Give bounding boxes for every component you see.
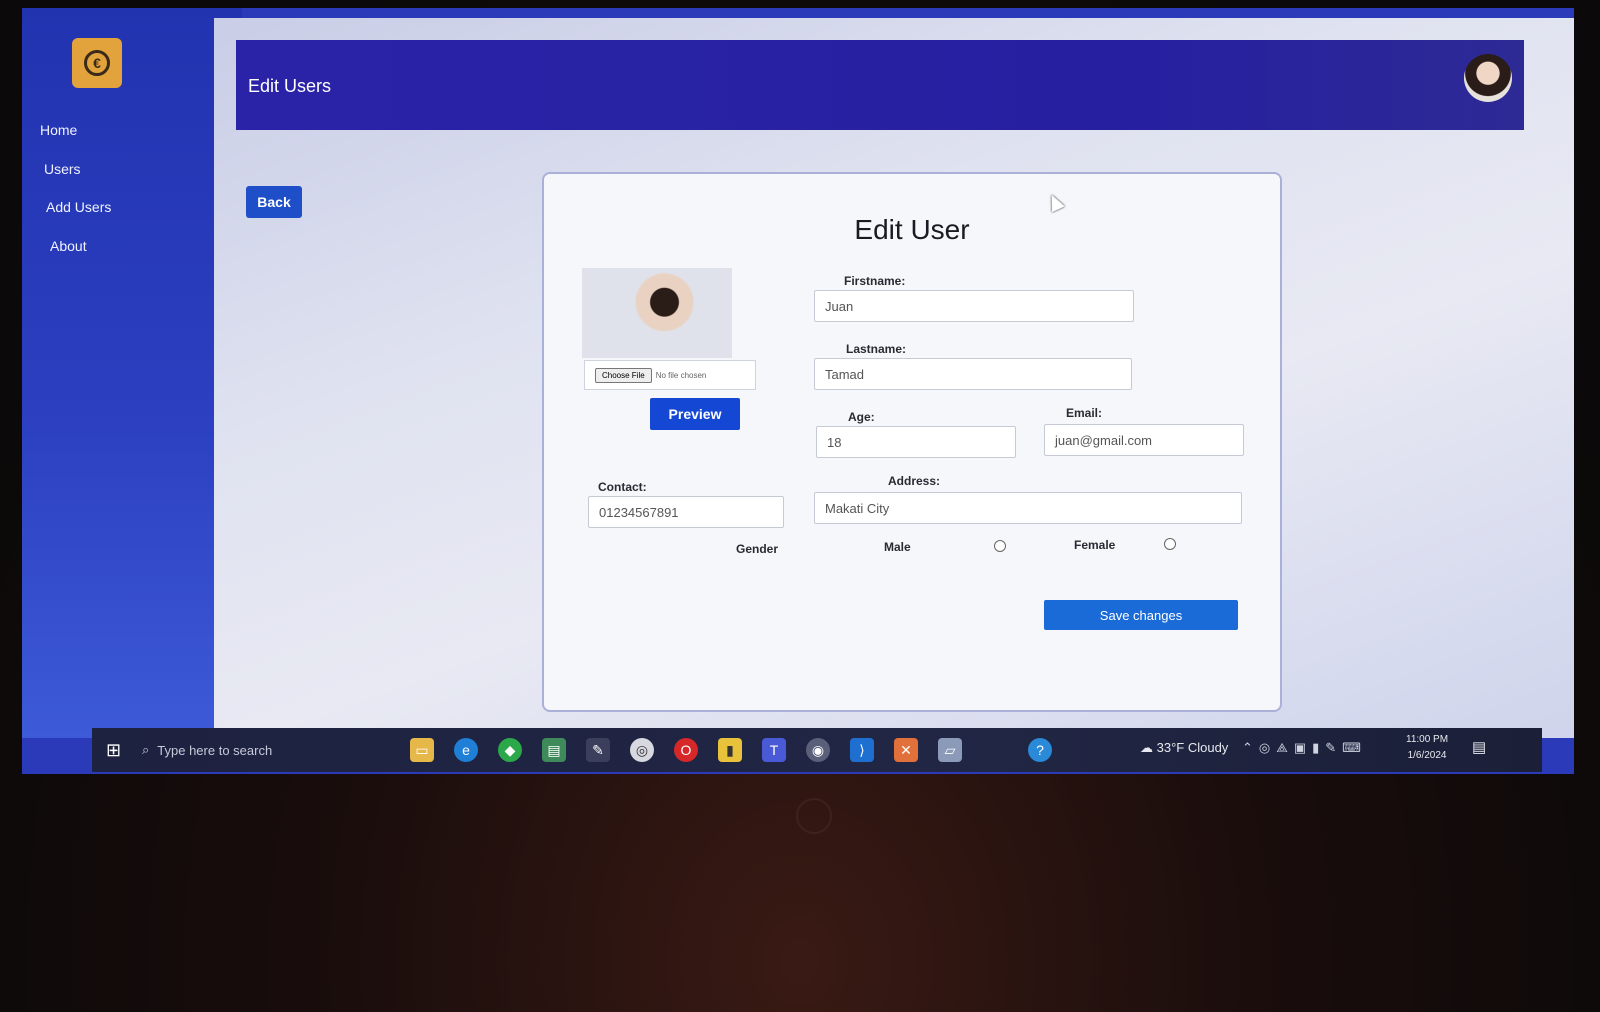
xampp-icon[interactable]: ✕ bbox=[894, 738, 918, 762]
edit-user-card: Edit User Choose File No file chosen Pre… bbox=[544, 174, 1280, 710]
screen: € Home Users Add Users About Edit Users … bbox=[22, 8, 1574, 774]
lastname-field[interactable]: Tamad bbox=[814, 358, 1132, 390]
weather-widget[interactable]: ☁ 33°F Cloudy bbox=[1140, 740, 1228, 756]
teams-icon[interactable]: T bbox=[762, 738, 786, 762]
clock-time: 11:00 PM bbox=[1406, 734, 1449, 745]
gender-female-radio[interactable] bbox=[1164, 538, 1176, 550]
help-icon[interactable]: ? bbox=[1028, 738, 1052, 762]
mouse-cursor-icon bbox=[1045, 191, 1065, 213]
contact-label: Contact: bbox=[598, 480, 647, 494]
search-icon: ⌕ bbox=[142, 742, 150, 757]
save-changes-button[interactable]: Save changes bbox=[1044, 600, 1238, 630]
hp-logo bbox=[796, 798, 832, 834]
sidebar-item-users[interactable]: Users bbox=[44, 161, 81, 177]
vscode-icon[interactable]: ⟩ bbox=[850, 738, 874, 762]
sidebar-item-add-users[interactable]: Add Users bbox=[46, 199, 111, 215]
taskbar: ⊞ ⌕ Type here to search ▭ e ◆ ▤ ✎ ◎ O ▮ … bbox=[92, 728, 1542, 772]
age-label: Age: bbox=[848, 410, 875, 424]
lastname-label: Lastname: bbox=[846, 342, 907, 356]
email-label: Email: bbox=[1066, 406, 1103, 420]
profile-photo bbox=[582, 268, 732, 358]
windows-start-icon[interactable]: ⊞ bbox=[106, 740, 121, 761]
gender-male-label: Male bbox=[884, 540, 911, 554]
spreadsheet-icon[interactable]: ▤ bbox=[542, 738, 566, 762]
back-button[interactable]: Back bbox=[246, 186, 302, 218]
coin-logo-icon[interactable]: € bbox=[72, 38, 122, 88]
firstname-label: Firstname: bbox=[844, 274, 906, 288]
notepad-icon[interactable]: ▱ bbox=[938, 738, 962, 762]
address-field[interactable]: Makati City bbox=[814, 492, 1242, 524]
laptop-bezel: € Home Users Add Users About Edit Users … bbox=[0, 0, 1600, 1012]
search-placeholder: Type here to search bbox=[157, 742, 273, 758]
app-icon[interactable]: ✎ bbox=[586, 738, 610, 762]
choose-file-button[interactable]: Choose File bbox=[595, 367, 652, 383]
gender-label: Gender bbox=[736, 542, 779, 556]
email-field[interactable]: juan@gmail.com bbox=[1044, 424, 1244, 456]
edge-icon[interactable]: e bbox=[454, 738, 478, 762]
sidebar-item-home[interactable]: Home bbox=[40, 122, 77, 138]
compass-icon[interactable]: ◎ bbox=[630, 738, 654, 762]
contact-field[interactable]: 01234567891 bbox=[588, 496, 784, 528]
chrome-icon[interactable]: ◉ bbox=[806, 738, 830, 762]
user-avatar[interactable] bbox=[1464, 54, 1512, 102]
sidebar-item-about[interactable]: About bbox=[50, 238, 87, 254]
main-content: Edit Users Back Edit User Choose File No… bbox=[214, 18, 1574, 738]
form-title: Edit User bbox=[854, 214, 970, 245]
clock-date: 1/6/2024 bbox=[1407, 750, 1447, 761]
store-icon[interactable]: ◆ bbox=[498, 738, 522, 762]
top-bar: Edit Users bbox=[236, 40, 1524, 130]
gender-male-radio[interactable] bbox=[994, 540, 1006, 552]
cloud-icon: ☁ bbox=[1140, 740, 1153, 755]
gender-female-label: Female bbox=[1074, 538, 1116, 552]
file-explorer-icon[interactable]: ▭ bbox=[410, 738, 434, 762]
file-input[interactable]: Choose File No file chosen bbox=[584, 360, 756, 390]
firstname-field[interactable]: Juan bbox=[814, 290, 1134, 322]
sticky-notes-icon[interactable]: ▮ bbox=[718, 738, 742, 762]
file-status: No file chosen bbox=[655, 370, 707, 380]
page-title: Edit Users bbox=[248, 76, 332, 96]
preview-button[interactable]: Preview bbox=[650, 398, 740, 430]
opera-icon[interactable]: O bbox=[674, 738, 698, 762]
sidebar: € Home Users Add Users About bbox=[22, 8, 242, 738]
clock[interactable]: 11:00 PM 1/6/2024 bbox=[1406, 732, 1448, 764]
address-label: Address: bbox=[888, 474, 941, 488]
taskbar-search[interactable]: ⌕ Type here to search bbox=[134, 734, 384, 766]
notification-icon[interactable]: ▤ bbox=[1472, 738, 1486, 756]
weather-text: 33°F Cloudy bbox=[1156, 740, 1229, 755]
system-tray[interactable]: ⌃◎⟁▣▮✎⌨ bbox=[1242, 740, 1367, 756]
age-field[interactable]: 18 bbox=[816, 426, 1016, 458]
